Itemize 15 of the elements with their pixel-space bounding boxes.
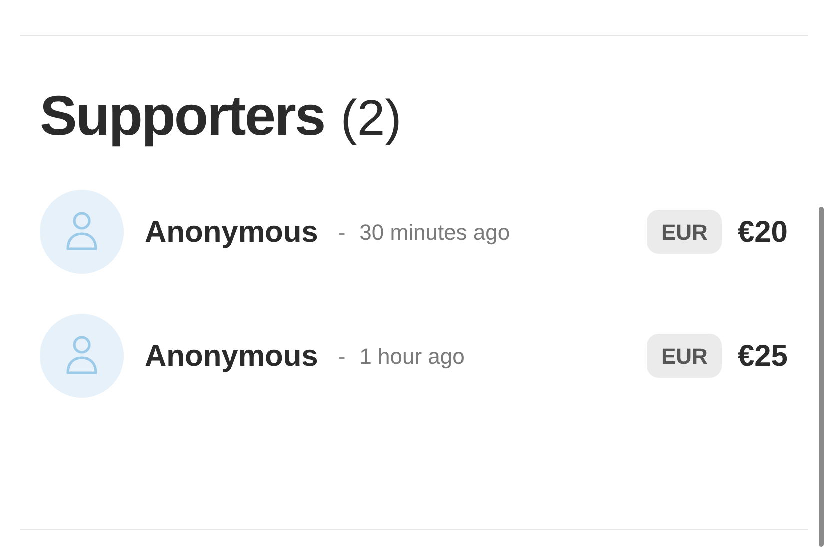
- section-title: Supporters: [40, 83, 325, 149]
- separator: -: [338, 218, 346, 246]
- supporter-name: Anonymous: [145, 338, 318, 374]
- person-icon: [65, 335, 99, 377]
- person-icon: [65, 211, 99, 253]
- separator: -: [338, 342, 346, 370]
- donation-amount: €20: [738, 214, 788, 250]
- time-ago: 1 hour ago: [360, 342, 465, 371]
- time-ago: 30 minutes ago: [360, 218, 510, 247]
- currency-badge: EUR: [647, 334, 722, 378]
- currency-badge: EUR: [647, 210, 722, 254]
- supporter-count: (2): [340, 89, 402, 148]
- donation-amount: €25: [738, 338, 788, 374]
- scrollbar[interactable]: [819, 207, 824, 547]
- supporter-name: Anonymous: [145, 214, 318, 250]
